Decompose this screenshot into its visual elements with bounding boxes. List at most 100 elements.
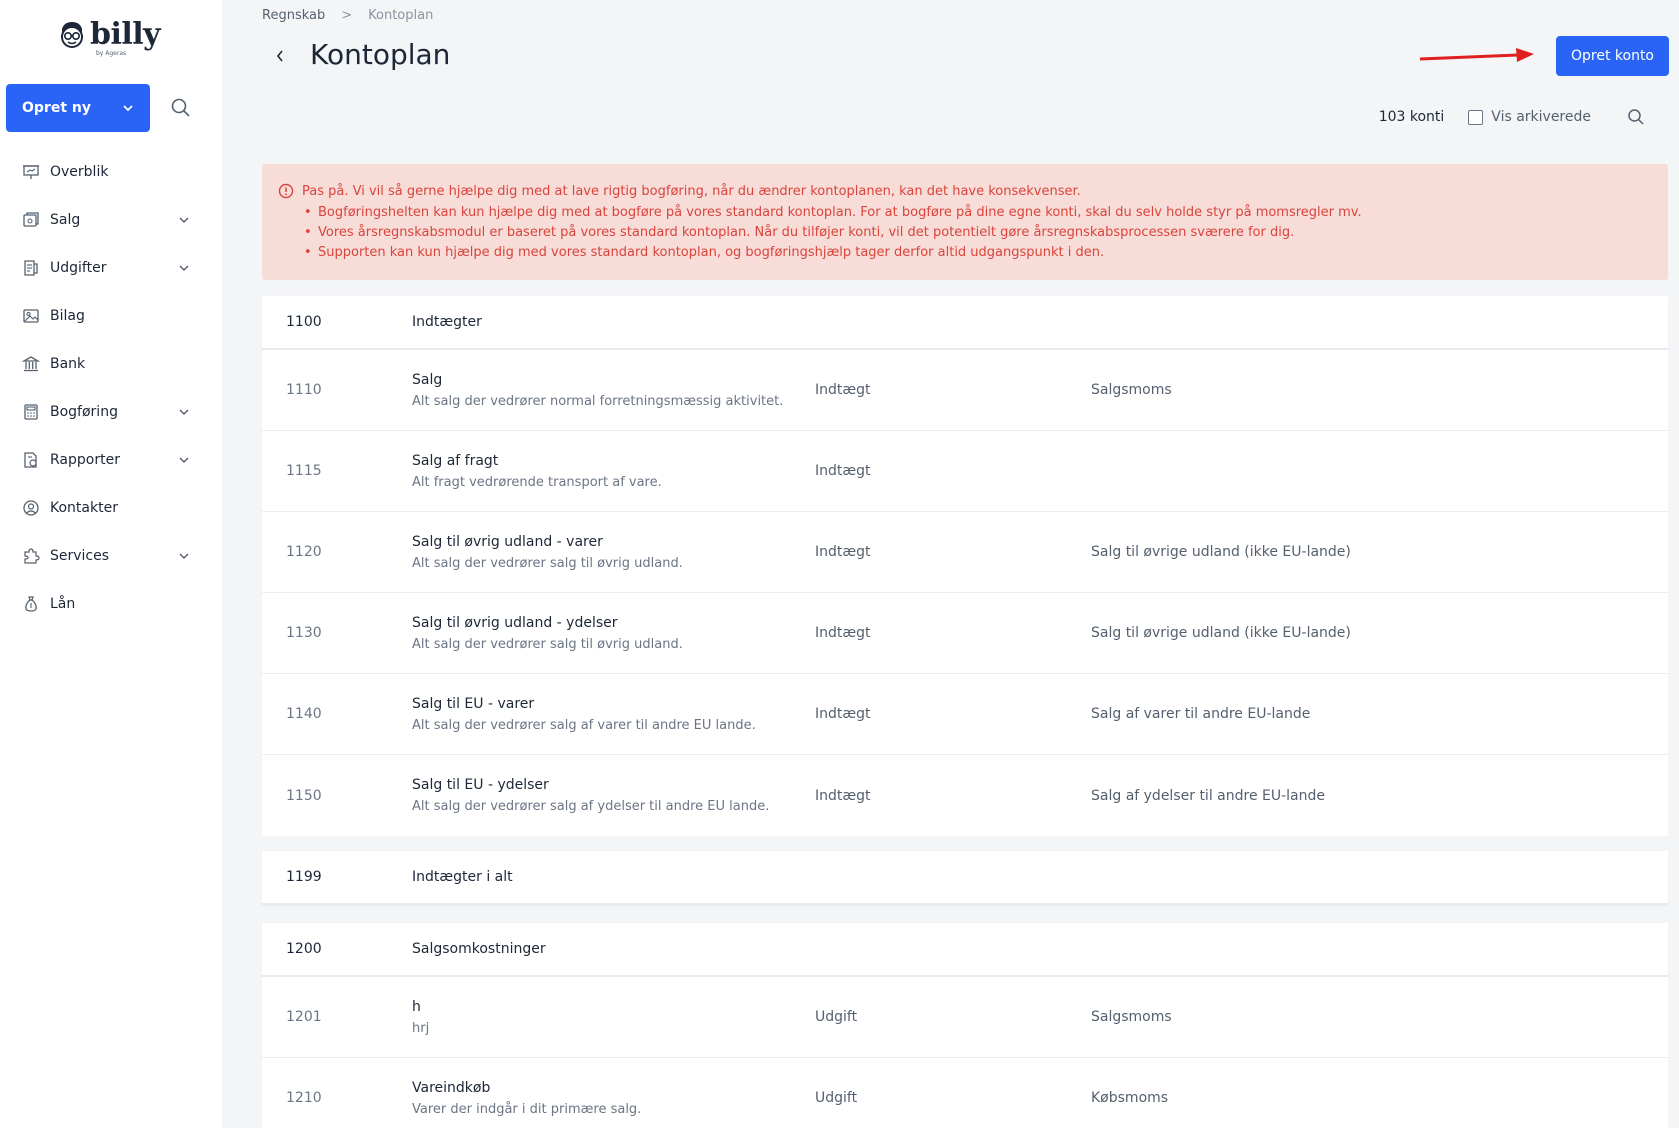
- account-description: Alt salg der vedrører salg til øvrig udl…: [412, 555, 683, 571]
- sidebar-item-label: Bank: [50, 356, 86, 372]
- account-row[interactable]: 1140 Salg til EU - varer Alt salg der ve…: [262, 674, 1668, 755]
- sidebar-item-bilag[interactable]: Bilag: [0, 292, 222, 340]
- account-row[interactable]: 1210 Vareindkøb Varer der indgår i dit p…: [262, 1058, 1668, 1128]
- account-vat: Købsmoms: [1091, 1090, 1169, 1106]
- sidebar-item-kontakter[interactable]: Kontakter: [0, 484, 222, 532]
- group-header[interactable]: 1199 Indtægter i alt: [262, 851, 1668, 905]
- money-bag-icon: [25, 596, 37, 612]
- create-new-button[interactable]: Opret ny: [6, 84, 150, 132]
- chevron-down-icon: [179, 457, 189, 464]
- alert-item: Supporten kan kun hjælpe dig med vores s…: [304, 243, 1652, 263]
- account-type: Indtægt: [815, 625, 871, 641]
- account-title: Salg til øvrig udland - ydelser: [412, 614, 618, 631]
- group-name: Indtægter i alt: [412, 869, 513, 885]
- chevron-down-icon: [179, 553, 189, 560]
- account-description-cell: Salg til øvrig udland - ydelser Alt salg…: [412, 615, 815, 652]
- account-vat: Salg til øvrige udland (ikke EU-lande): [1091, 625, 1351, 641]
- account-description-cell: Salg Alt salg der vedrører normal forret…: [412, 372, 815, 409]
- search-icon[interactable]: [1627, 108, 1645, 126]
- account-vat: Salg af ydelser til andre EU-lande: [1091, 787, 1325, 804]
- create-account-button[interactable]: Opret konto: [1556, 36, 1669, 76]
- account-row[interactable]: 1130 Salg til øvrig udland - ydelser Alt…: [262, 593, 1668, 674]
- sidebar-item-bogforing[interactable]: Bogføring: [0, 388, 222, 436]
- sidebar-item-label: Salg: [50, 212, 81, 228]
- account-description-cell: Salg af fragt Alt fragt vedrørende trans…: [412, 453, 815, 490]
- account-type: Indtægt: [815, 382, 871, 398]
- account-number: 1140: [286, 706, 322, 722]
- account-row[interactable]: 1115 Salg af fragt Alt fragt vedrørende …: [262, 431, 1668, 512]
- account-description: Alt salg der vedrører salg til øvrig udl…: [412, 636, 683, 652]
- account-group-1200: 1200 Salgsomkostninger 1201 h hrj Udgift…: [262, 923, 1668, 1128]
- billy-face-icon: [61, 22, 83, 48]
- account-number: 1150: [286, 787, 322, 804]
- account-number: 1115: [286, 463, 322, 479]
- account-row[interactable]: 1201 h hrj Udgift Salgsmoms: [262, 977, 1668, 1058]
- billy-logo[interactable]: billy by Ageras: [58, 17, 161, 57]
- account-count: 103 konti: [1378, 109, 1445, 125]
- chevron-down-icon: [179, 217, 189, 224]
- account-title: Vareindkøb: [412, 1079, 491, 1096]
- list-toolbar: 103 konti Vis arkiverede: [1379, 108, 1645, 126]
- group-number: 1199: [286, 869, 322, 885]
- bank-icon: [22, 356, 40, 372]
- show-archived-toggle[interactable]: Vis arkiverede: [1468, 109, 1591, 125]
- account-group-1199: 1199 Indtægter i alt: [262, 851, 1668, 905]
- breadcrumb-regnskab[interactable]: Regnskab: [262, 8, 325, 23]
- account-type: Indtægt: [815, 706, 871, 722]
- sidebar-item-label: Rapporter: [50, 452, 120, 468]
- presentation-icon: [23, 165, 39, 179]
- group-number: 1200: [286, 941, 322, 957]
- sidebar: billy by Ageras Opret ny Overblik Salg U…: [0, 0, 222, 1128]
- account-row[interactable]: 1120 Salg til øvrig udland - varer Alt s…: [262, 512, 1668, 593]
- alert-item: Vores årsregnskabsmodul er baseret på vo…: [304, 223, 1652, 243]
- account-vat: Salgsmoms: [1091, 1009, 1172, 1025]
- sidebar-item-rapporter[interactable]: Rapporter: [0, 436, 222, 484]
- group-name: Salgsomkostninger: [412, 941, 546, 957]
- logo-wordmark: billy: [90, 17, 161, 52]
- account-description-cell: Salg til EU - ydelser Alt salg der vedrø…: [412, 777, 815, 814]
- account-type: Indtægt: [815, 544, 871, 560]
- account-group-1100: 1100 Indtægter 1110 Salg Alt salg der ve…: [262, 296, 1668, 836]
- sidebar-item-label: Bogføring: [50, 404, 118, 420]
- create-new-label: Opret ny: [22, 100, 91, 116]
- group-number: 1100: [286, 314, 322, 330]
- account-row[interactable]: 1150 Salg til EU - ydelser Alt salg der …: [262, 755, 1668, 836]
- account-title: Salg: [412, 371, 443, 388]
- account-description: hrj: [412, 1020, 430, 1036]
- sidebar-item-udgifter[interactable]: Udgifter: [0, 244, 222, 292]
- chevron-down-icon: [123, 105, 133, 112]
- image-icon: [23, 309, 39, 323]
- sidebar-item-label: Kontakter: [50, 500, 118, 516]
- sidebar-item-overblik[interactable]: Overblik: [0, 148, 222, 196]
- account-description: Varer der indgår i dit primære salg.: [412, 1101, 642, 1117]
- user-circle-icon: [23, 500, 39, 516]
- account-type: Udgift: [815, 1009, 858, 1025]
- sidebar-item-lan[interactable]: Lån: [0, 580, 222, 628]
- alert-item: Bogføringshelten kan kun hjælpe dig med …: [304, 203, 1652, 223]
- chevron-down-icon: [179, 265, 189, 272]
- breadcrumb: Regnskab > Kontoplan: [262, 8, 433, 23]
- account-title: Salg af fragt: [412, 452, 499, 469]
- invoice-icon: [23, 212, 39, 227]
- report-icon: [24, 452, 37, 468]
- main-content: Regnskab > Kontoplan Kontoplan Opret kon…: [222, 0, 1679, 1128]
- alert-header: Pas på. Vi vil så gerne hjælpe dig med a…: [278, 183, 1652, 199]
- account-row[interactable]: 1110 Salg Alt salg der vedrører normal f…: [262, 350, 1668, 431]
- account-title: Salg til EU - varer: [412, 695, 535, 712]
- account-title: h: [412, 998, 421, 1015]
- sidebar-nav: Overblik Salg Udgifter Bilag Bank Bogfør…: [0, 148, 222, 628]
- account-description: Alt salg der vedrører salg af ydelser ti…: [412, 799, 770, 814]
- group-header[interactable]: 1100 Indtægter: [262, 296, 1668, 350]
- warning-alert: Pas på. Vi vil så gerne hjælpe dig med a…: [262, 164, 1668, 280]
- sidebar-item-bank[interactable]: Bank: [0, 340, 222, 388]
- group-header[interactable]: 1200 Salgsomkostninger: [262, 923, 1668, 977]
- account-title: Salg til øvrig udland - varer: [412, 533, 603, 550]
- sidebar-item-salg[interactable]: Salg: [0, 196, 222, 244]
- search-icon[interactable]: [170, 97, 192, 119]
- sidebar-item-services[interactable]: Services: [0, 532, 222, 580]
- show-archived-checkbox[interactable]: [1468, 109, 1484, 125]
- account-description-cell: Salg til EU - varer Alt salg der vedrøre…: [412, 696, 815, 733]
- sidebar-item-label: Udgifter: [50, 260, 107, 276]
- account-type: Indtægt: [815, 787, 871, 804]
- back-button[interactable]: [270, 44, 290, 68]
